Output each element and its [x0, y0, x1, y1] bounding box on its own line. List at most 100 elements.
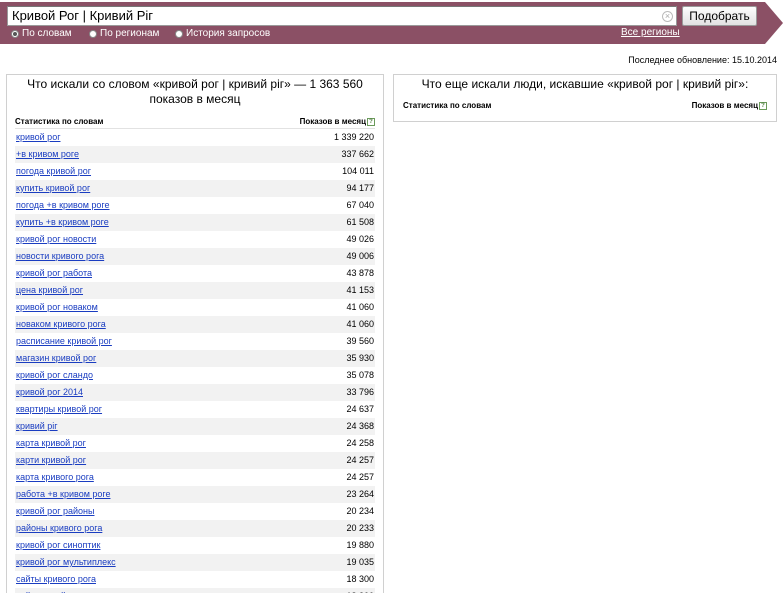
column-header-words: Статистика по словам: [15, 117, 104, 126]
table-row: новости кривого рога 49 006: [15, 248, 375, 265]
phrase-link[interactable]: кривой рог мультиплекс: [16, 554, 116, 571]
phrase-link[interactable]: новости кривого рога: [16, 248, 104, 265]
shows-count: 18 300: [346, 588, 374, 593]
shows-count: 24 258: [346, 438, 374, 448]
phrase-link[interactable]: карта кривой рог: [16, 435, 86, 452]
table-row: кривой рог сландо 35 078: [15, 367, 375, 384]
table-row: кривой рог мультиплекс 19 035: [15, 554, 375, 571]
shows-count: 19 880: [346, 540, 374, 550]
all-regions-link[interactable]: Все регионы: [621, 27, 680, 38]
radio-icon[interactable]: [89, 29, 97, 38]
panel-title: Что искали со словом «кривой рог | криви…: [27, 77, 363, 106]
table-row: погода +в кривом роге 67 040: [15, 197, 375, 214]
table-row: купить кривой рог 94 177: [15, 180, 375, 197]
shows-count: 41 060: [346, 302, 374, 312]
phrase-link[interactable]: купить кривой рог: [16, 180, 90, 197]
shows-count: 43 878: [346, 268, 374, 278]
shows-count: 24 637: [346, 404, 374, 414]
table-header: Статистика по словам Показов в месяц?: [15, 117, 375, 129]
phrase-link[interactable]: карти кривой рог: [16, 452, 86, 469]
table-row: сайт кривой рог 18 300: [15, 588, 375, 593]
phrase-link[interactable]: погода кривой рог: [16, 163, 91, 180]
clear-icon[interactable]: ×: [662, 11, 673, 22]
help-icon[interactable]: ?: [367, 117, 375, 126]
phrase-link[interactable]: кривой рог сландо: [16, 367, 93, 384]
help-icon[interactable]: ?: [759, 101, 767, 110]
word-stats-panel: Что искали со словом «кривой рог | криви…: [6, 74, 384, 593]
mode-label[interactable]: По словам: [22, 28, 72, 39]
phrase-link[interactable]: районы кривого рога: [16, 520, 102, 537]
word-stats-table: кривой рог 1 339 220 +в кривом роге 337 662…: [15, 129, 375, 593]
mode-by-words[interactable]: По словам: [11, 28, 72, 39]
search-bar: Кривой Рог | Кривий Ріг × Подобрать По с…: [0, 0, 783, 44]
shows-count: 24 368: [346, 421, 374, 431]
table-row: погода кривой рог 104 011: [15, 163, 375, 180]
mode-by-regions[interactable]: По регионам: [89, 28, 159, 39]
phrase-link[interactable]: кривой рог работа: [16, 265, 92, 282]
table-row: кривий ріг 24 368: [15, 418, 375, 435]
shows-count: 23 264: [346, 489, 374, 499]
radio-icon[interactable]: [11, 29, 19, 38]
table-row: карта кривой рог 24 258: [15, 435, 375, 452]
phrase-link[interactable]: работа +в кривом роге: [16, 486, 110, 503]
table-row: квартиры кривой рог 24 637: [15, 401, 375, 418]
table-row: кривой рог 2014 33 796: [15, 384, 375, 401]
phrase-link[interactable]: расписание кривой рог: [16, 333, 112, 350]
table-row: кривой рог новости 49 026: [15, 231, 375, 248]
radio-icon[interactable]: [175, 29, 183, 38]
shows-count: 24 257: [346, 455, 374, 465]
table-row: районы кривого рога 20 233: [15, 520, 375, 537]
table-row: сайты кривого рога 18 300: [15, 571, 375, 588]
phrase-link[interactable]: погода +в кривом роге: [16, 197, 110, 214]
phrase-link[interactable]: карта кривого рога: [16, 469, 94, 486]
mode-history[interactable]: История запросов: [175, 28, 270, 39]
phrase-link[interactable]: кривой рог: [16, 129, 60, 146]
shows-count: 20 233: [346, 523, 374, 533]
shows-count: 49 026: [346, 234, 374, 244]
shows-count: 41 060: [346, 319, 374, 329]
table-row: карти кривой рог 24 257: [15, 452, 375, 469]
phrase-link[interactable]: квартиры кривой рог: [16, 401, 102, 418]
phrase-link[interactable]: купить +в кривом роге: [16, 214, 109, 231]
phrase-link[interactable]: сайты кривого рога: [16, 571, 96, 588]
last-update-text: Последнее обновление: 15.10.2014: [628, 55, 777, 65]
shows-count: 24 257: [346, 472, 374, 482]
phrase-link[interactable]: кривий ріг: [16, 418, 58, 435]
shows-count: 33 796: [346, 387, 374, 397]
column-header-shows-label: Показов в месяц: [299, 117, 366, 126]
phrase-link[interactable]: кривой рог новаком: [16, 299, 98, 316]
table-row: магазин кривой рог 35 930: [15, 350, 375, 367]
table-row: работа +в кривом роге 23 264: [15, 486, 375, 503]
phrase-link[interactable]: +в кривом роге: [16, 146, 79, 163]
column-header-shows-label: Показов в месяц: [691, 101, 758, 110]
related-searches-panel: Что еще искали люди, искавшие «кривой ро…: [393, 74, 777, 122]
search-input[interactable]: Кривой Рог | Кривий Ріг: [7, 6, 677, 26]
phrase-link[interactable]: сайт кривой рог: [16, 588, 82, 593]
table-row: кривой рог синоптик 19 880: [15, 537, 375, 554]
mode-label[interactable]: По регионам: [100, 28, 159, 39]
column-header-shows: Показов в месяц?: [692, 101, 767, 110]
panel-title: Что еще искали люди, искавшие «кривой ро…: [421, 77, 749, 91]
table-row: кривой рог работа 43 878: [15, 265, 375, 282]
shows-count: 67 040: [346, 200, 374, 210]
column-header-shows: Показов в месяц?: [300, 117, 375, 126]
phrase-link[interactable]: кривой рог синоптик: [16, 537, 100, 554]
shows-count: 35 930: [346, 353, 374, 363]
phrase-link[interactable]: кривой рог районы: [16, 503, 94, 520]
shows-count: 1 339 220: [333, 132, 374, 142]
table-row: +в кривом роге 337 662: [15, 146, 375, 163]
shows-count: 49 006: [346, 251, 374, 261]
table-row: расписание кривой рог 39 560: [15, 333, 375, 350]
phrase-link[interactable]: новаком кривого рога: [16, 316, 106, 333]
shows-count: 20 234: [346, 506, 374, 516]
phrase-link[interactable]: кривой рог 2014: [16, 384, 83, 401]
submit-button[interactable]: Подобрать: [682, 6, 757, 26]
phrase-link[interactable]: кривой рог новости: [16, 231, 96, 248]
mode-label[interactable]: История запросов: [186, 28, 270, 39]
table-row: кривой рог новаком 41 060: [15, 299, 375, 316]
table-row: купить +в кривом роге 61 508: [15, 214, 375, 231]
phrase-link[interactable]: цена кривой рог: [16, 282, 83, 299]
table-row: кривой рог 1 339 220: [15, 129, 375, 146]
shows-count: 39 560: [346, 336, 374, 346]
phrase-link[interactable]: магазин кривой рог: [16, 350, 96, 367]
